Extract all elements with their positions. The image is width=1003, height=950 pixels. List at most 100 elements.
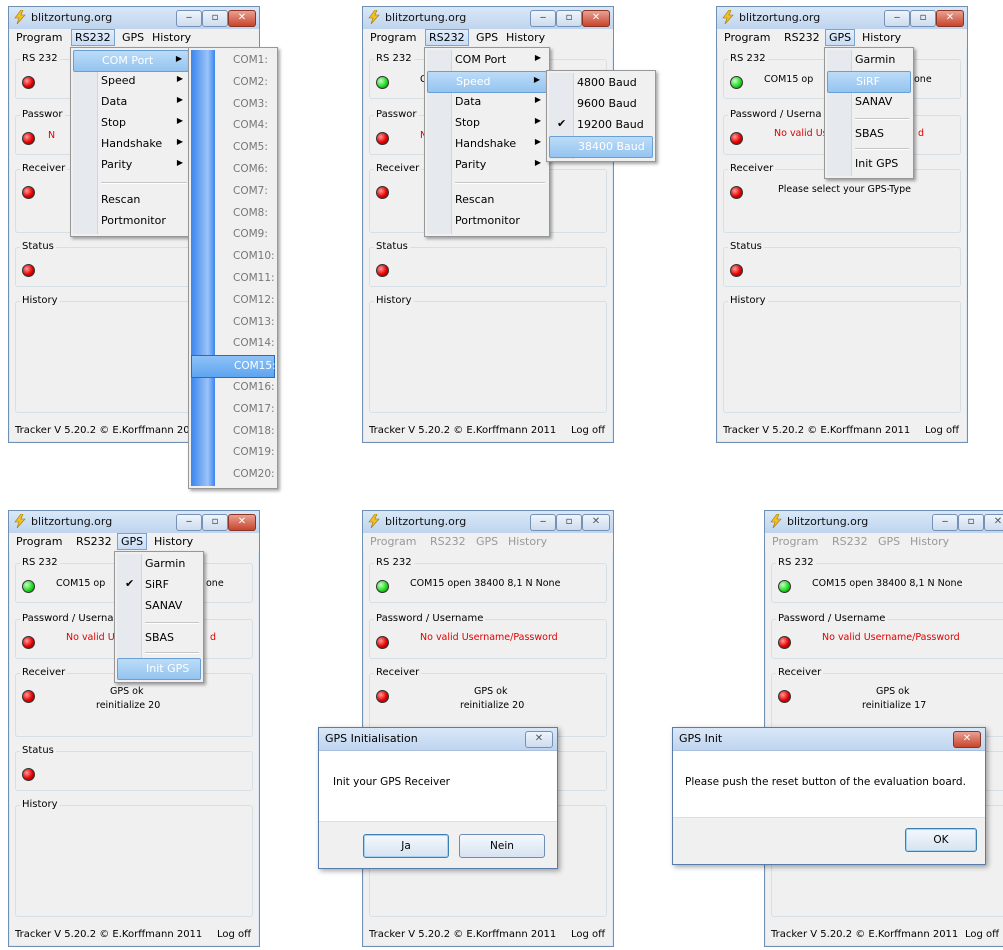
menu-gps[interactable]: GPS [825,29,856,46]
logoff-link[interactable]: Log off [925,425,959,436]
close-button[interactable]: ✕ [984,514,1003,531]
menu-item-handshake[interactable]: Handshake ▶ [427,134,547,154]
menu-item-speed[interactable]: Speed ▶ [73,71,189,91]
close-button[interactable]: ✕ [582,514,610,531]
menu-item-com-port[interactable]: COM Port ▶ [73,50,189,72]
menu-rs232[interactable]: RS232 [73,535,115,548]
menu-gps[interactable]: GPS [473,535,501,548]
menu-rs232[interactable]: RS232 [71,29,115,46]
com-port-item[interactable]: COM5: [191,137,275,158]
com-port-item[interactable]: COM8: [191,203,275,224]
menu-history[interactable]: History [149,31,194,44]
com-port-item[interactable]: COM6: [191,159,275,180]
menu-program[interactable]: Program [721,31,773,44]
menu-item-9600[interactable]: 9600 Baud [549,94,653,114]
menu-item-sbas[interactable]: SBAS [117,628,201,648]
menu-history[interactable]: History [505,535,550,548]
minimize-button[interactable]: ‒ [176,514,202,531]
menu-item-38400[interactable]: 38400 Baud [549,136,653,158]
no-button[interactable]: Nein [459,834,545,858]
com-port-item[interactable]: COM12: [191,290,275,311]
ok-button[interactable]: OK [905,828,977,852]
menu-item-parity[interactable]: Parity ▶ [73,155,189,175]
com-port-item[interactable]: COM13: [191,312,275,333]
maximize-button[interactable]: ▫ [958,514,984,531]
menu-item-init-gps[interactable]: Init GPS [117,658,201,680]
com-port-item[interactable]: COM11: [191,268,275,289]
menu-item-init-gps[interactable]: Init GPS [827,154,911,174]
menu-item-stop[interactable]: Stop ▶ [73,113,189,133]
menu-program[interactable]: Program [13,31,65,44]
menu-rs232[interactable]: RS232 [829,535,871,548]
logoff-link[interactable]: Log off [965,929,999,940]
menu-item-garmin[interactable]: Garmin [827,50,911,70]
com-port-item[interactable]: COM3: [191,94,275,115]
dialog-close-button[interactable]: ✕ [953,731,981,748]
maximize-button[interactable]: ▫ [202,514,228,531]
menu-history[interactable]: History [151,535,196,548]
dialog-title-bar[interactable]: GPS Initialisation ✕ [319,728,557,751]
com-port-item[interactable]: COM7: [191,181,275,202]
minimize-button[interactable]: ‒ [530,514,556,531]
menu-item-data[interactable]: Data ▶ [427,92,547,112]
menu-program[interactable]: Program [367,535,419,548]
com-port-item[interactable]: COM20: [191,464,275,485]
menu-item-garmin[interactable]: Garmin [117,554,201,574]
close-button[interactable]: ✕ [936,10,964,27]
com-port-item[interactable]: COM4: [191,115,275,136]
com-port-item[interactable]: COM9: [191,224,275,245]
menu-item-sirf[interactable]: ✔ SiRF [117,575,201,595]
com-port-item[interactable]: COM2: [191,72,275,93]
title-bar[interactable]: blitzortung.org ‒ ▫ ✕ [717,7,967,30]
menu-item-com-port[interactable]: COM Port ▶ [427,50,547,70]
menu-item-sanav[interactable]: SANAV [117,596,201,616]
maximize-button[interactable]: ▫ [202,10,228,27]
menu-item-handshake[interactable]: Handshake ▶ [73,134,189,154]
dialog-close-button[interactable]: ✕ [525,731,553,748]
menu-history[interactable]: History [859,31,904,44]
com-port-item[interactable]: COM1: [191,50,275,71]
yes-button[interactable]: Ja [363,834,449,858]
menu-item-4800[interactable]: 4800 Baud [549,73,653,93]
title-bar[interactable]: blitzortung.org ‒ ▫ ✕ [765,511,1003,534]
menu-rs232[interactable]: RS232 [781,31,823,44]
menu-program[interactable]: Program [769,535,821,548]
menu-item-sanav[interactable]: SANAV [827,92,911,112]
title-bar[interactable]: blitzortung.org ‒ ▫ ✕ [363,511,613,534]
logoff-link[interactable]: Log off [571,929,605,940]
menu-item-data[interactable]: Data ▶ [73,92,189,112]
menu-item-parity[interactable]: Parity ▶ [427,155,547,175]
com-port-item[interactable]: COM15: [191,355,276,379]
logoff-link[interactable]: Log off [571,425,605,436]
close-button[interactable]: ✕ [582,10,610,27]
dialog-title-bar[interactable]: GPS Init ✕ [673,728,985,751]
menu-history[interactable]: History [907,535,952,548]
menu-item-speed[interactable]: Speed ▶ [427,71,547,93]
close-button[interactable]: ✕ [228,514,256,531]
menu-program[interactable]: Program [367,31,419,44]
menu-program[interactable]: Program [13,535,65,548]
menu-item-portmonitor[interactable]: Portmonitor [73,211,189,231]
logoff-link[interactable]: Log off [217,929,251,940]
com-port-item[interactable]: COM19: [191,442,275,463]
menu-item-stop[interactable]: Stop ▶ [427,113,547,133]
minimize-button[interactable]: ‒ [932,514,958,531]
maximize-button[interactable]: ▫ [556,514,582,531]
menu-gps[interactable]: GPS [119,31,147,44]
title-bar[interactable]: blitzortung.org ‒ ▫ ✕ [9,7,259,30]
minimize-button[interactable]: ‒ [176,10,202,27]
menu-history[interactable]: History [503,31,548,44]
com-port-item[interactable]: COM10: [191,246,275,267]
menu-gps[interactable]: GPS [875,535,903,548]
menu-item-19200[interactable]: ✔ 19200 Baud [549,115,653,135]
menu-rs232[interactable]: RS232 [427,535,469,548]
title-bar[interactable]: blitzortung.org ‒ ▫ ✕ [9,511,259,534]
minimize-button[interactable]: ‒ [884,10,910,27]
minimize-button[interactable]: ‒ [530,10,556,27]
menu-item-portmonitor[interactable]: Portmonitor [427,211,547,231]
menu-item-rescan[interactable]: Rescan [73,190,189,210]
menu-item-sbas[interactable]: SBAS [827,124,911,144]
com-port-item[interactable]: COM16: [191,377,275,398]
title-bar[interactable]: blitzortung.org ‒ ▫ ✕ [363,7,613,30]
menu-item-sirf[interactable]: SiRF [827,71,911,93]
